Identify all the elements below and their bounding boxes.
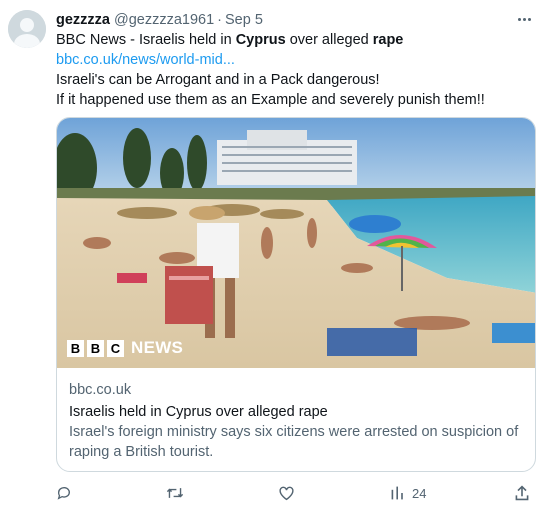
retweet-icon [166,488,184,498]
views-chart-icon [391,486,403,500]
tweet-text: BBC News - Israelis held in Cyprus over … [56,30,533,110]
card-domain: bbc.co.uk [69,382,132,398]
display-name[interactable]: gezzzza [56,12,110,28]
tweet[interactable]: gezzzza @gezzzza1961 · Sep 5 BBC News - Isr… [0,0,543,507]
tweet-header: gezzzza @gezzzza1961 · Sep 5 [56,10,523,30]
card-meta: bbc.co.uk Israelis held in Cyprus over a… [69,380,525,462]
tweet-text-line-1: BBC News - Israelis held in Cyprus over … [56,32,404,48]
reply-icon [57,487,70,500]
tweet-link[interactable]: bbc.co.uk/news/world-mid... [56,50,533,70]
tweet-text-line-3: Israeli's can be Arrogant and in a Pack … [56,72,380,88]
card-description: Israel's foreign ministry says six citiz… [69,424,519,460]
tweet-text-line-4: If it happened use them as an Example an… [56,92,485,108]
avatar[interactable] [8,10,46,48]
views-count: 24 [412,485,427,501]
like-button[interactable] [278,483,295,503]
tweet-date[interactable]: Sep 5 [225,12,263,28]
bbc-news-logo: B B C NEWS [67,338,183,358]
card-title[interactable]: Israelis held in Cyprus over alleged rap… [69,402,525,422]
separator-dot: · [217,12,223,28]
retweet-button[interactable] [166,483,184,503]
reply-button[interactable] [56,483,72,503]
link-preview-card[interactable]: B B C NEWS bbc.co.uk Israelis held in Cy… [56,117,536,472]
more-options-icon[interactable] [513,8,535,30]
heart-icon [279,486,294,501]
card-image[interactable]: B B C NEWS [57,118,535,368]
views-button[interactable]: 24 [390,483,426,503]
tweet-actions: 24 [56,483,536,503]
share-button[interactable] [514,483,530,503]
share-icon [515,485,529,501]
user-handle[interactable]: @gezzzza1961 [114,12,214,28]
